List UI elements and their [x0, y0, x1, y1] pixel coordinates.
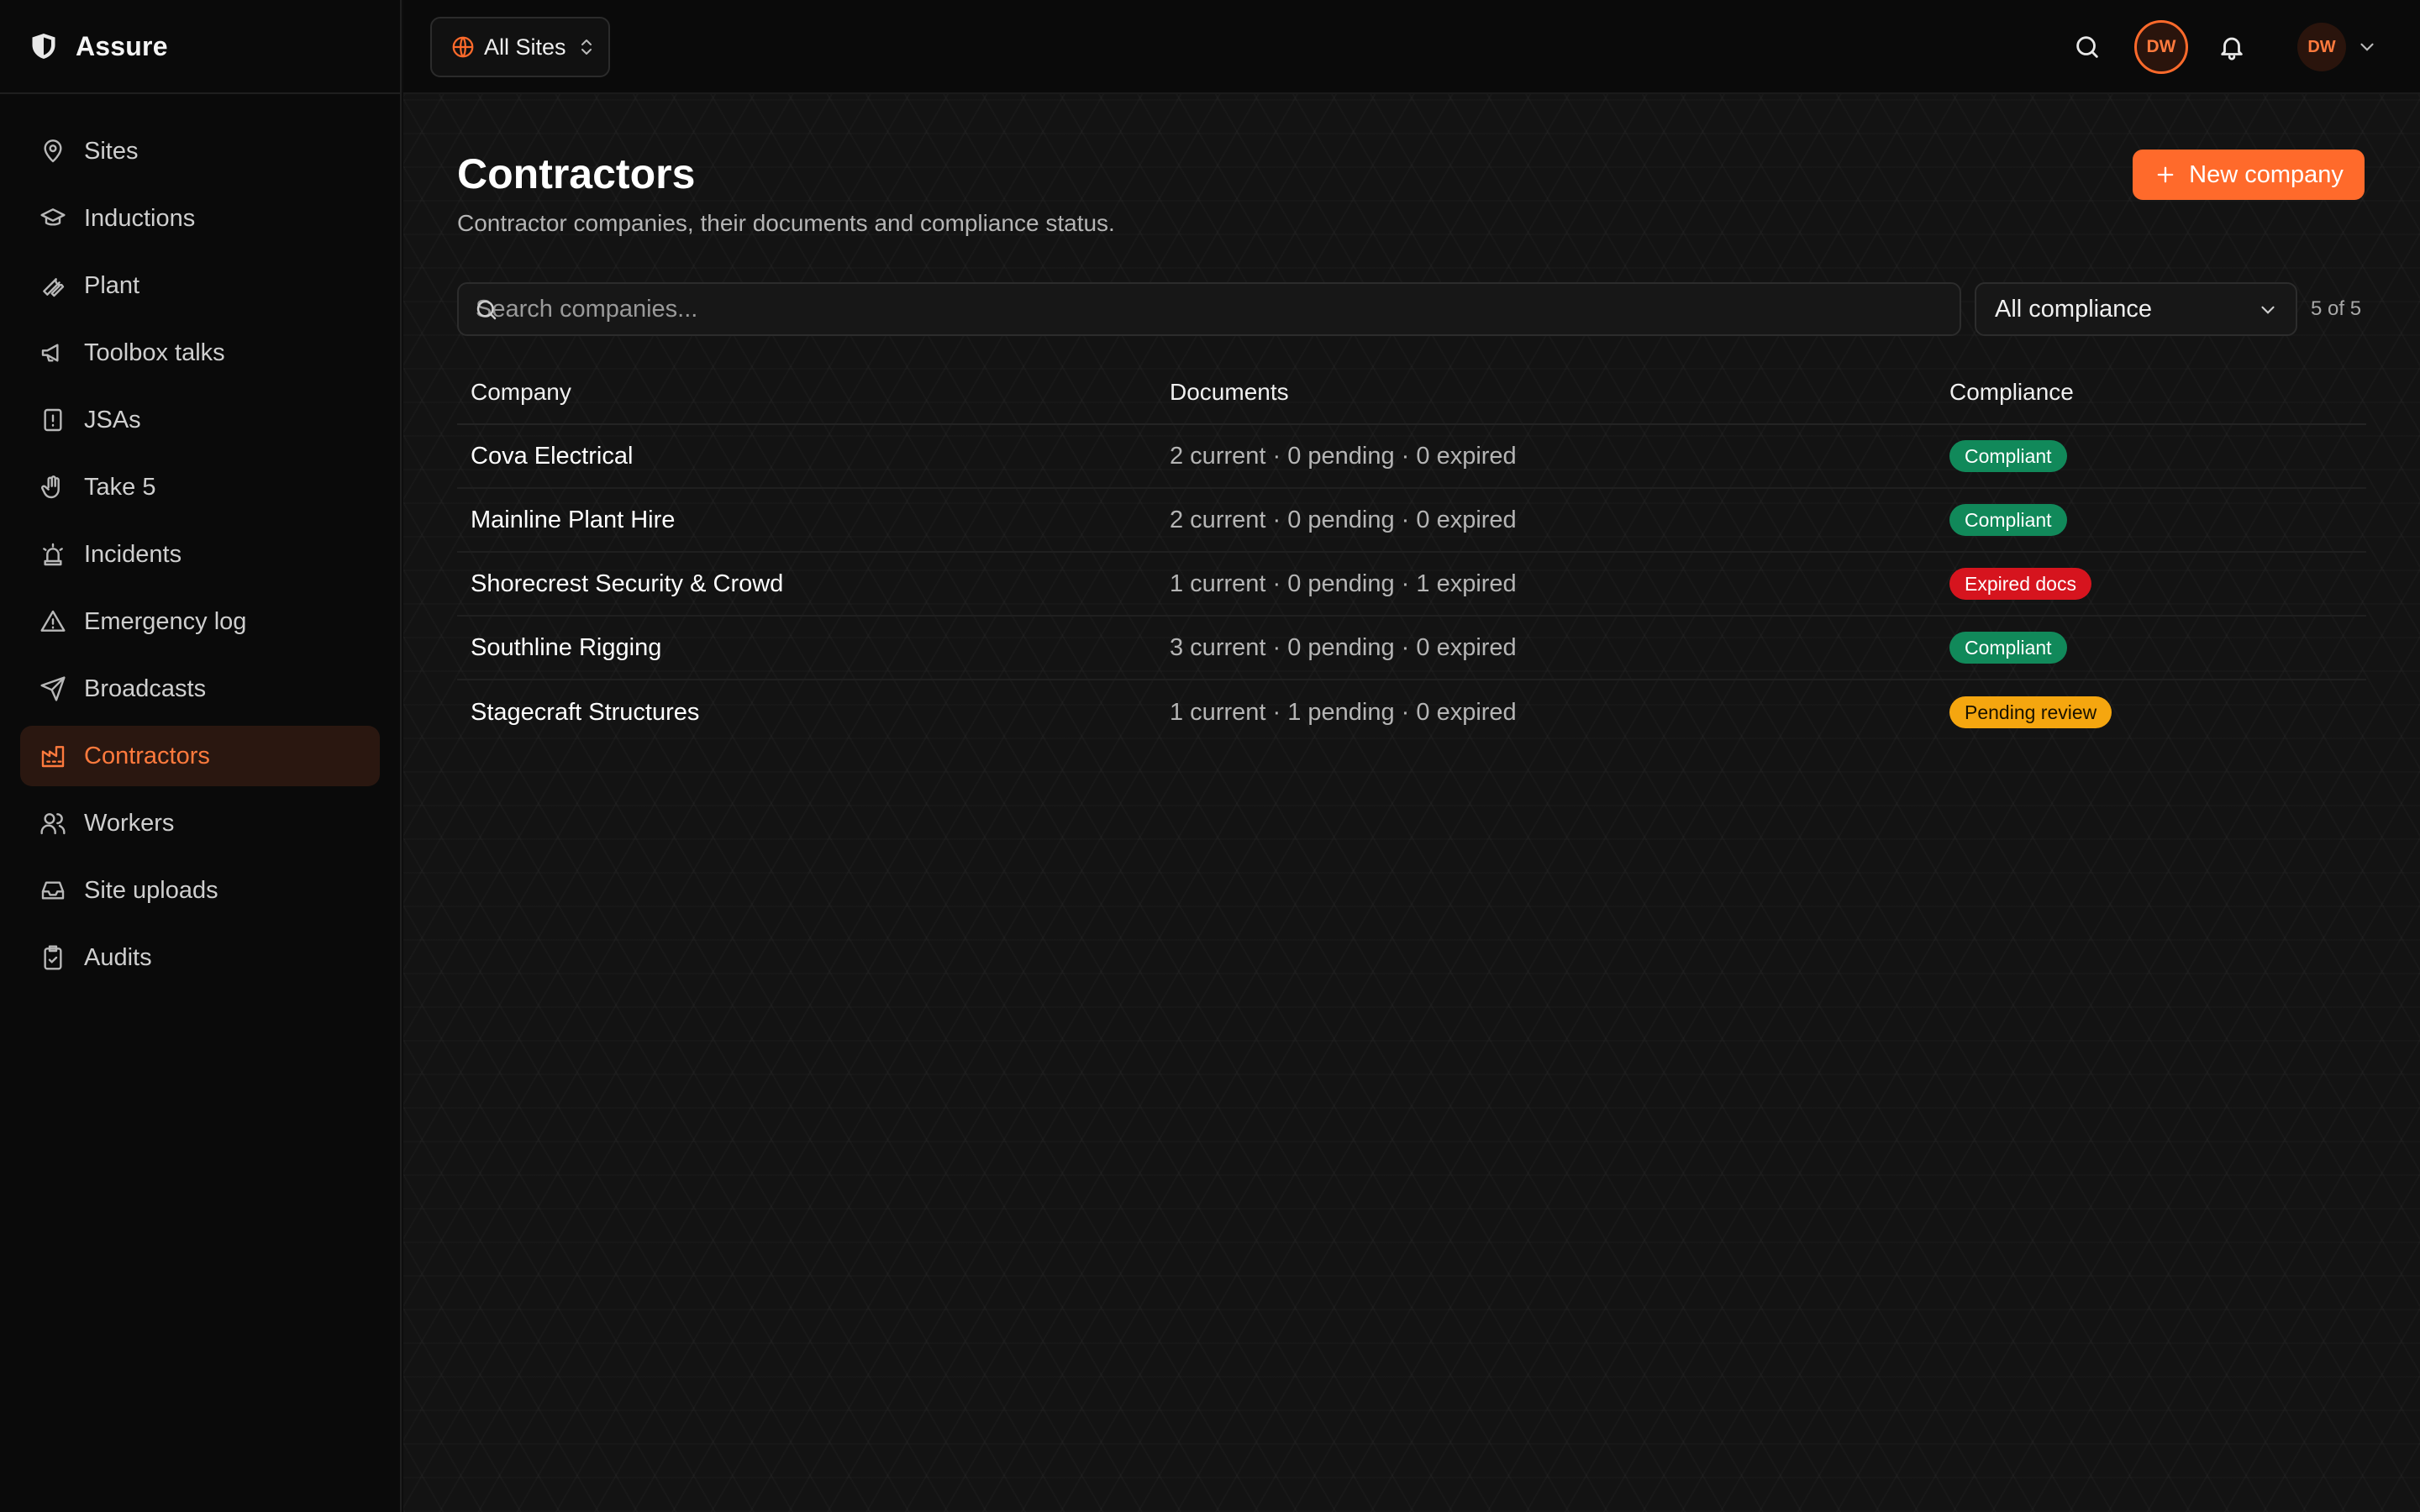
sidebar-item-inductions[interactable]: Inductions	[20, 188, 380, 249]
sidebar-item-label: Broadcasts	[84, 675, 207, 702]
sidebar-item-workers[interactable]: Workers	[20, 793, 380, 853]
sidebar-item-broadcasts[interactable]: Broadcasts	[20, 659, 380, 719]
contractors-table: Company Documents Compliance Cova Electr…	[457, 361, 2366, 744]
documents-summary: 2 current · 0 pending · 0 expired	[1170, 442, 1517, 470]
sidebar-item-label: Site uploads	[84, 876, 218, 904]
chevron-up-down-icon	[576, 35, 597, 59]
topbar: All Sites DW DW	[403, 0, 2420, 94]
file-alert-icon	[39, 406, 67, 434]
status-badge: Compliant	[1949, 440, 2067, 472]
map-pin-icon	[39, 137, 67, 165]
sidebar-item-label: Emergency log	[84, 607, 247, 635]
sidebar-item-audits[interactable]: Audits	[20, 927, 380, 988]
table-row[interactable]: Mainline Plant Hire 2 current · 0 pendin…	[457, 489, 2366, 553]
siren-icon	[39, 540, 67, 569]
status-badge: Pending review	[1949, 696, 2112, 728]
sidebar-item-label: Toolbox talks	[84, 339, 225, 366]
hand-icon	[39, 473, 67, 501]
table-row[interactable]: Stagecraft Structures 1 current · 1 pend…	[457, 680, 2366, 744]
wrench-icon	[39, 271, 67, 300]
documents-summary: 1 current · 0 pending · 1 expired	[1170, 570, 1517, 597]
column-header-compliance[interactable]: Compliance	[1949, 379, 2366, 406]
company-name[interactable]: Cova Electrical	[457, 443, 1170, 470]
sidebar: Assure Sites Inductions Plant Toolbox ta…	[0, 0, 402, 1512]
send-icon	[39, 675, 67, 703]
documents-summary: 3 current · 0 pending · 0 expired	[1170, 633, 1517, 661]
sidebar-item-plant[interactable]: Plant	[20, 255, 380, 316]
sidebar-item-label: Take 5	[84, 473, 156, 501]
inbox-icon	[39, 876, 67, 905]
company-name[interactable]: Southline Rigging	[457, 634, 1170, 662]
sidebar-item-jsas[interactable]: JSAs	[20, 390, 380, 450]
search-input[interactable]	[476, 284, 1938, 334]
search-box	[457, 282, 1961, 336]
table-header: Company Documents Compliance	[457, 361, 2366, 425]
sidebar-item-label: Contractors	[84, 742, 210, 769]
search-icon	[474, 297, 499, 323]
chevron-down-icon	[2356, 36, 2378, 58]
compliance-filter-select[interactable]: All compliance	[1975, 282, 2297, 336]
column-header-company[interactable]: Company	[457, 379, 1170, 406]
megaphone-icon	[39, 339, 67, 367]
sidebar-item-sites[interactable]: Sites	[20, 121, 380, 181]
documents-summary: 2 current · 0 pending · 0 expired	[1170, 506, 1517, 533]
sidebar-item-label: Sites	[84, 137, 139, 165]
status-badge: Compliant	[1949, 632, 2067, 664]
globe-icon	[450, 34, 476, 60]
sidebar-nav: Sites Inductions Plant Toolbox talks JSA…	[0, 94, 400, 988]
site-picker[interactable]: All Sites	[430, 17, 610, 77]
sidebar-item-label: JSAs	[84, 406, 141, 433]
bell-icon[interactable]	[2213, 29, 2250, 66]
brand[interactable]: Assure	[0, 0, 400, 94]
new-company-button[interactable]: New company	[2133, 150, 2365, 200]
column-header-documents[interactable]: Documents	[1170, 379, 1949, 406]
table-row[interactable]: Shorecrest Security & Crowd 1 current · …	[457, 553, 2366, 617]
sidebar-item-label: Inductions	[84, 204, 196, 232]
warning-triangle-icon	[39, 607, 67, 636]
company-name[interactable]: Mainline Plant Hire	[457, 507, 1170, 534]
compliance-filter-value: All compliance	[1995, 295, 2152, 323]
user-avatar: DW	[2297, 23, 2346, 71]
chevron-down-icon	[2257, 299, 2279, 321]
plus-icon	[2154, 163, 2177, 186]
company-name[interactable]: Shorecrest Security & Crowd	[457, 570, 1170, 598]
user-menu[interactable]: DW	[2297, 20, 2378, 74]
factory-icon	[39, 742, 67, 770]
app-name: Assure	[76, 30, 168, 61]
page-title: Contractors	[457, 150, 696, 197]
clipboard-check-icon	[39, 943, 67, 972]
sidebar-item-emergency-log[interactable]: Emergency log	[20, 591, 380, 652]
company-name[interactable]: Stagecraft Structures	[457, 699, 1170, 727]
table-row[interactable]: Cova Electrical 2 current · 0 pending · …	[457, 425, 2366, 489]
main-content: Contractors Contractor companies, their …	[403, 94, 2420, 1512]
status-badge: Expired docs	[1949, 568, 2091, 600]
table-row[interactable]: Southline Rigging 3 current · 0 pending …	[457, 617, 2366, 680]
sidebar-item-toolbox-talks[interactable]: Toolbox talks	[20, 323, 380, 383]
result-count: 5 of 5	[2311, 297, 2362, 320]
app-root: Assure Sites Inductions Plant Toolbox ta…	[0, 0, 2420, 1512]
sidebar-item-incidents[interactable]: Incidents	[20, 524, 380, 585]
sidebar-item-site-uploads[interactable]: Site uploads	[20, 860, 380, 921]
sidebar-item-label: Workers	[84, 809, 175, 837]
users-icon	[39, 809, 67, 837]
sidebar-item-contractors[interactable]: Contractors	[20, 726, 380, 786]
page-subtitle: Contractor companies, their documents an…	[457, 210, 1115, 236]
new-company-label: New company	[2189, 160, 2344, 188]
site-picker-label: All Sites	[484, 34, 566, 60]
search-icon[interactable]	[2069, 29, 2106, 66]
shield-logo-icon	[29, 31, 59, 61]
status-badge: Compliant	[1949, 504, 2067, 536]
sidebar-item-label: Incidents	[84, 540, 182, 568]
graduation-cap-icon	[39, 204, 67, 233]
sidebar-item-label: Plant	[84, 271, 140, 299]
documents-summary: 1 current · 1 pending · 0 expired	[1170, 698, 1517, 726]
sidebar-item-take-5[interactable]: Take 5	[20, 457, 380, 517]
sidebar-item-label: Audits	[84, 943, 152, 971]
avatar[interactable]: DW	[2134, 20, 2188, 74]
